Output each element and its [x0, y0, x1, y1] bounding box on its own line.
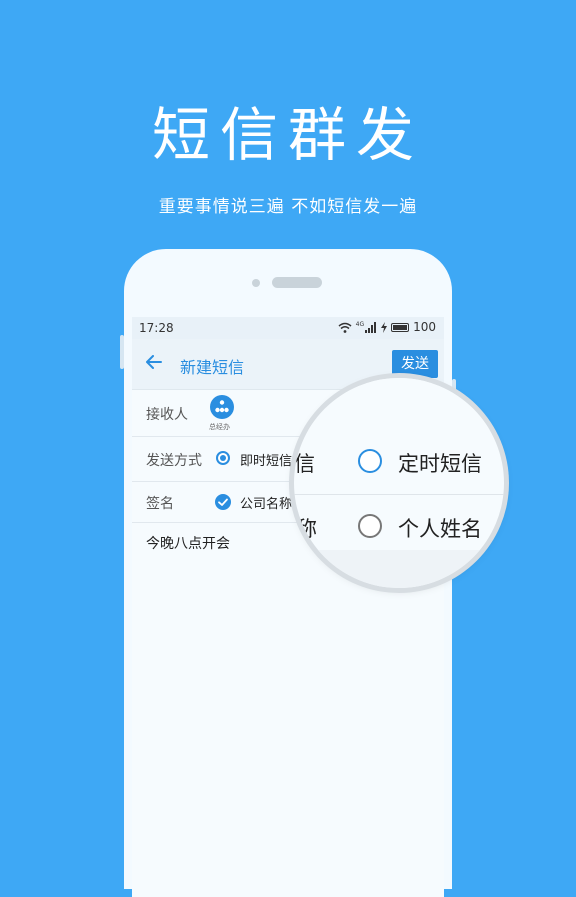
magnifier-bottom-area	[294, 550, 504, 588]
status-time: 17:28	[139, 321, 174, 335]
instant-sms-option[interactable]: 即时短信	[240, 450, 292, 469]
charging-icon	[381, 321, 388, 333]
message-content[interactable]: 今晚八点开会	[146, 533, 230, 553]
phone-camera	[252, 279, 260, 287]
magnifier-fragment-company: 称	[296, 517, 317, 541]
send-button[interactable]: 发送	[392, 350, 438, 378]
scheduled-sms-option[interactable]: 定时短信	[398, 448, 482, 478]
instant-sms-radio[interactable]	[216, 451, 230, 465]
personal-name-radio[interactable]	[358, 514, 382, 538]
promo-tagline: 重要事情说三遍 不如短信发一遍	[158, 197, 418, 217]
company-name-option[interactable]: 公司名称	[240, 493, 292, 512]
battery-level: 100	[413, 320, 436, 334]
status-bar: 17:28 4G 100	[132, 317, 444, 339]
scheduled-sms-radio[interactable]	[358, 449, 382, 473]
phone-speaker	[272, 277, 322, 288]
back-arrow-icon[interactable]	[146, 355, 162, 369]
magnifier-fragment-instant: 信	[294, 452, 315, 476]
magnifier-lens: 信 定时短信 称 个人姓名	[294, 378, 504, 588]
network-type-label: 4G	[355, 320, 365, 328]
page-title: 新建短信	[180, 358, 245, 377]
checkmark-icon	[218, 498, 228, 506]
magnifier-top-area	[294, 378, 504, 430]
company-name-checkbox[interactable]	[215, 494, 231, 510]
phone-volume-button	[120, 335, 124, 369]
recipient-label: 接收人	[146, 407, 188, 423]
recipient-avatar[interactable]	[210, 395, 234, 419]
status-icons: 4G 100	[338, 320, 436, 334]
personal-name-option[interactable]: 个人姓名	[398, 513, 482, 543]
signal-icon	[365, 321, 377, 333]
send-mode-label: 发送方式	[146, 453, 202, 469]
promo-headline: 短信群发	[151, 101, 424, 169]
wifi-icon	[338, 322, 352, 333]
signature-label: 签名	[146, 496, 174, 512]
battery-icon	[391, 322, 410, 332]
group-icon	[215, 400, 229, 413]
magnifier-divider	[294, 494, 504, 495]
recipient-name: 总经办	[209, 423, 230, 431]
